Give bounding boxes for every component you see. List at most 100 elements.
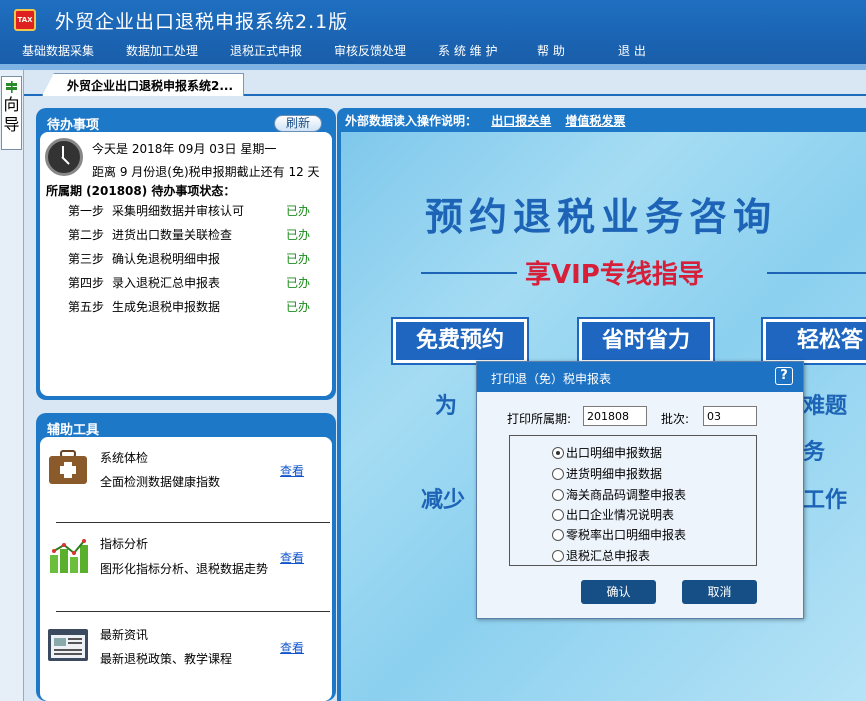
tool-health-check-desc: 全面检测数据健康指数 (100, 475, 221, 489)
radio-selected-icon (552, 447, 564, 459)
app-icon: TAX (14, 9, 36, 31)
radio-icon (552, 468, 564, 480)
clock-icon (45, 138, 83, 176)
tool-news-desc: 最新退税政策、教学课程 (100, 652, 233, 666)
print-period-label: 打印所属期: (507, 412, 572, 426)
banner-line-right (767, 272, 866, 274)
news-icon (48, 629, 88, 661)
banner-btn-free-booking: 免费预约 (391, 317, 529, 365)
print-dialog: 打印退（免）税申报表 ? 打印所属期: 批次: 出口明细申报数据 进货明细申报数… (476, 361, 804, 619)
tool-health-check-title: 系统体检 (100, 451, 149, 465)
step-2-status: 已办 (286, 228, 311, 242)
step-4-text: 录入退税汇总申报表 (112, 276, 221, 290)
banner-title: 预约退税业务咨询 (425, 195, 778, 239)
todo-panel-header: 待办事项 刷新 (40, 112, 332, 134)
todo-panel-body: 今天是 2018年 09月 03日 星期一 距离 9 月份退(免)税申报期截止还… (40, 132, 332, 396)
option-purchase-detail-label: 进货明细申报数据 (566, 467, 663, 481)
bar-chart-icon (50, 539, 88, 573)
signpost-icon (6, 81, 17, 93)
today-text: 今天是 2018年 09月 03日 星期一 (92, 142, 277, 156)
radio-icon (552, 489, 564, 501)
tools-title: 辅助工具 (47, 423, 100, 438)
menu-bar: 基础数据采集 数据加工处理 退税正式申报 审核反馈处理 系 统 维 护 帮 助 … (0, 38, 866, 64)
dialog-title-bar: 打印退（免）税申报表 ? (477, 362, 803, 392)
banner-text-1: 为 (435, 394, 458, 419)
step-3-label: 第三步 (68, 252, 105, 266)
step-2-text: 进货出口数量关联检查 (112, 228, 233, 242)
step-2-label: 第二步 (68, 228, 105, 242)
tool-health-check-link[interactable]: 查看 (280, 462, 304, 479)
title-bar: TAX 外贸企业出口退税申报系统2.1版 (0, 0, 866, 38)
radio-icon (552, 550, 564, 562)
tab-bar: 外贸企业出口退税申报系统2... (24, 70, 866, 96)
menu-data-processing[interactable]: 数据加工处理 (126, 42, 198, 59)
tool-indicator-link[interactable]: 查看 (280, 549, 304, 566)
tools-divider-2 (56, 611, 330, 612)
customs-declaration-link[interactable]: 出口报关单 (491, 114, 551, 128)
tool-indicator-title: 指标分析 (100, 537, 149, 551)
step-1-text: 采集明细数据并审核认可 (112, 204, 245, 218)
batch-input[interactable] (703, 406, 757, 426)
step-4-status: 已办 (286, 276, 311, 290)
medical-kit-icon (49, 450, 87, 484)
option-export-detail[interactable]: 出口明细申报数据 (552, 444, 662, 461)
option-company-statement[interactable]: 出口企业情况说明表 (552, 506, 674, 523)
tools-panel-header: 辅助工具 (40, 417, 332, 439)
guide-label-2: 导 (3, 115, 20, 134)
menu-help[interactable]: 帮 助 (537, 42, 565, 59)
step-1-label: 第一步 (68, 204, 105, 218)
tool-news-link[interactable]: 查看 (280, 639, 304, 656)
tool-news-title: 最新资讯 (100, 628, 149, 642)
menu-review-feedback[interactable]: 审核反馈处理 (334, 42, 406, 59)
menu-basic-data[interactable]: 基础数据采集 (22, 42, 94, 59)
tool-indicator-desc: 图形化指标分析、退税数据走势 (100, 562, 269, 576)
batch-label: 批次: (661, 412, 690, 426)
dialog-title: 打印退（免）税申报表 (491, 372, 612, 386)
refresh-button[interactable]: 刷新 (274, 115, 322, 132)
option-export-detail-label: 出口明细申报数据 (566, 446, 663, 460)
banner-btn-save-time: 省时省力 (577, 317, 715, 365)
step-5-status: 已办 (286, 300, 311, 314)
vat-invoice-link[interactable]: 增值税发票 (565, 114, 625, 128)
banner-btn-easy: 轻松答 (761, 317, 866, 365)
option-zero-rate-label: 零税率出口明细申报表 (566, 528, 687, 542)
print-period-input[interactable] (583, 406, 647, 426)
option-company-statement-label: 出口企业情况说明表 (566, 508, 675, 522)
tools-panel-body: 系统体检 全面检测数据健康指数 查看 指标分析 图形化指标分析、退税数据走势 查… (40, 437, 332, 701)
period-status-text: 所属期 (201808) 待办事项状态： (46, 184, 236, 198)
menu-exit[interactable]: 退 出 (618, 42, 646, 59)
option-purchase-detail[interactable]: 进货明细申报数据 (552, 465, 662, 482)
menu-system-maintenance[interactable]: 系 统 维 护 (438, 42, 497, 59)
option-customs-code-label: 海关商品码调整申报表 (566, 488, 687, 502)
external-data-header: 外部数据读入操作说明： 出口报关单 增值税发票 (337, 108, 866, 132)
banner-text-4: 减少 (421, 488, 466, 513)
step-1-status: 已办 (286, 204, 311, 218)
tools-divider-1 (56, 522, 330, 523)
external-data-title: 外部数据读入操作说明： (345, 114, 478, 128)
help-icon[interactable]: ? (775, 367, 793, 385)
todo-panel: 待办事项 刷新 今天是 2018年 09月 03日 星期一 距离 9 月份退(免… (36, 108, 336, 400)
option-summary[interactable]: 退税汇总申报表 (552, 547, 650, 564)
menu-formal-declaration[interactable]: 退税正式申报 (230, 42, 302, 59)
option-zero-rate[interactable]: 零税率出口明细申报表 (552, 526, 686, 543)
guide-label-1: 向 (3, 95, 20, 114)
radio-icon (552, 509, 564, 521)
step-3-text: 确认免退税明细申报 (112, 252, 221, 266)
banner-line-left (421, 272, 517, 274)
tab-main[interactable]: 外贸企业出口退税申报系统2... (42, 73, 245, 96)
banner-subtitle: 享VIP专线指导 (525, 260, 704, 290)
step-3-status: 已办 (286, 252, 311, 266)
guide-nav-button[interactable]: 向 导 (1, 76, 22, 150)
report-options-group: 出口明细申报数据 进货明细申报数据 海关商品码调整申报表 出口企业情况说明表 零… (509, 435, 757, 566)
step-4-label: 第四步 (68, 276, 105, 290)
deadline-text: 距离 9 月份退(免)税申报期截止还有 12 天 (92, 165, 320, 179)
option-summary-label: 退税汇总申报表 (566, 549, 651, 563)
option-customs-code[interactable]: 海关商品码调整申报表 (552, 486, 686, 503)
tools-panel: 辅助工具 系统体检 全面检测数据健康指数 查看 指标分析 图形化指标分析、退税数… (36, 413, 336, 701)
left-nav: 向 导 (0, 70, 24, 701)
step-5-text: 生成免退税申报数据 (112, 300, 221, 314)
todo-title: 待办事项 (47, 118, 100, 133)
window-title: 外贸企业出口退税申报系统2.1版 (55, 11, 349, 33)
confirm-button[interactable]: 确认 (581, 580, 656, 604)
cancel-button[interactable]: 取消 (682, 580, 757, 604)
